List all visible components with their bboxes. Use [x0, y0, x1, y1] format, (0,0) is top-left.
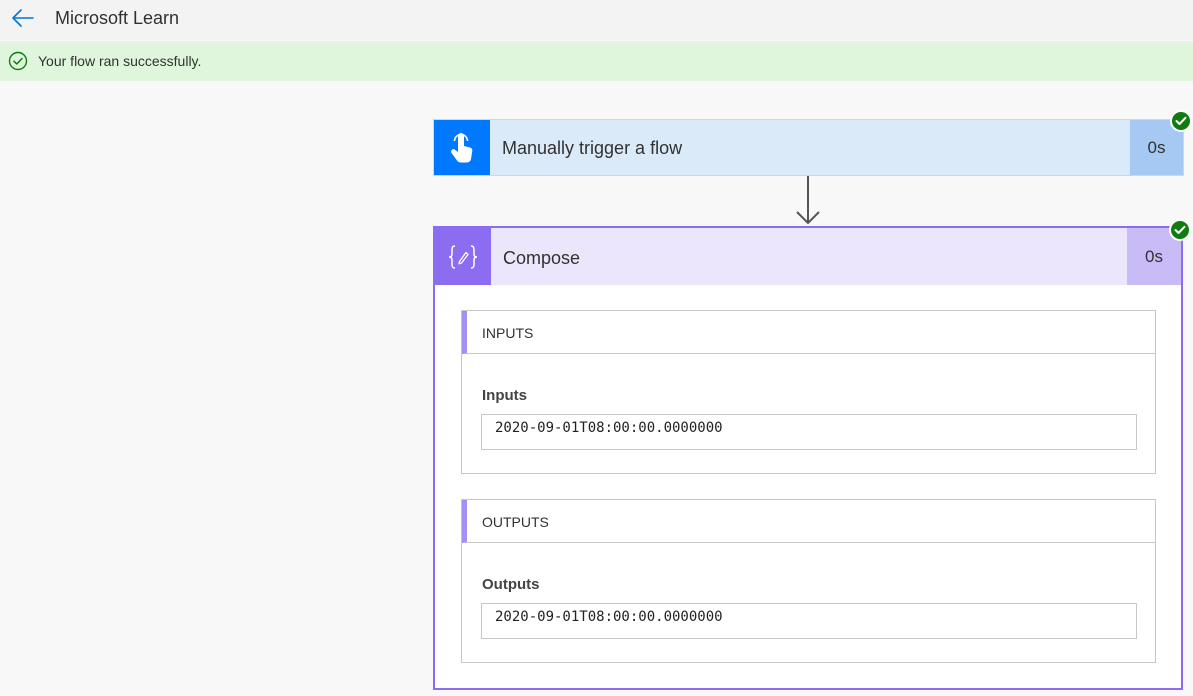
trigger-icon-tile: [434, 120, 490, 175]
compose-title: Compose: [503, 248, 581, 268]
outputs-value: 2020-09-01T08:00:00.0000000: [495, 609, 723, 625]
back-button[interactable]: [8, 4, 38, 32]
inputs-value-field[interactable]: 2020-09-01T08:00:00.0000000: [481, 414, 1137, 450]
outputs-value-field[interactable]: 2020-09-01T08:00:00.0000000: [481, 603, 1137, 639]
checkmark-icon: [1175, 116, 1187, 125]
compose-header[interactable]: Compose 0s: [435, 228, 1181, 285]
outputs-label: Outputs: [482, 576, 540, 593]
page-title: Microsoft Learn: [55, 8, 180, 28]
inputs-section-header[interactable]: INPUTS: [462, 311, 1155, 354]
banner-message: Your flow ran successfully.: [38, 53, 202, 69]
trigger-title: Manually trigger a flow: [502, 138, 683, 158]
inputs-section: INPUTS Inputs 2020-09-01T08:00:00.000000…: [461, 310, 1156, 474]
compose-braces-icon: [448, 244, 478, 269]
outputs-section-header[interactable]: OUTPUTS: [462, 500, 1155, 543]
compose-success-badge: [1169, 219, 1191, 241]
checkmark-icon: [1174, 225, 1186, 234]
success-banner: Your flow ran successfully.: [0, 41, 1193, 81]
trigger-success-badge: [1170, 110, 1192, 132]
outputs-section: OUTPUTS Outputs 2020-09-01T08:00:00.0000…: [461, 499, 1156, 663]
top-bar: Microsoft Learn: [0, 0, 1193, 40]
inputs-section-title: INPUTS: [482, 325, 534, 341]
compose-icon-tile: [435, 228, 491, 285]
outputs-section-title: OUTPUTS: [482, 514, 549, 530]
check-circle-icon: [8, 51, 28, 71]
touch-hand-icon: [451, 132, 473, 163]
inputs-value: 2020-09-01T08:00:00.0000000: [495, 420, 723, 436]
arrow-left-icon: [12, 9, 34, 27]
trigger-card[interactable]: Manually trigger a flow 0s: [433, 119, 1184, 176]
compose-card: Compose 0s INPUTS Inputs 2020-09-01T08:0…: [433, 226, 1183, 690]
inputs-label: Inputs: [482, 387, 527, 404]
flow-arrow-icon: [796, 176, 820, 225]
